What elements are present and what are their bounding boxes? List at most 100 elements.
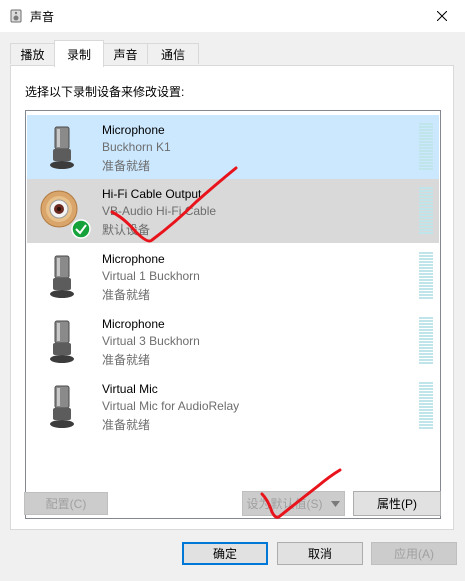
level-meter: [419, 382, 433, 430]
level-meter-segment: [419, 276, 433, 278]
close-icon: [437, 11, 447, 21]
level-meter-segment: [419, 187, 433, 189]
level-meter-segment: [419, 323, 433, 325]
level-meter-segment: [419, 126, 433, 128]
level-meter-segment: [419, 138, 433, 140]
level-meter: [419, 317, 433, 365]
level-meter-segment: [419, 385, 433, 387]
set-default-button[interactable]: 设为默认值(S): [242, 491, 327, 516]
level-meter-segment: [419, 409, 433, 411]
level-meter-segment: [419, 391, 433, 393]
device-item-virtual-mic[interactable]: Virtual Mic Virtual Mic for AudioRelay 准…: [27, 374, 439, 438]
level-meter-segment: [419, 168, 433, 170]
level-meter-segment: [419, 356, 433, 358]
level-meter-segment: [419, 202, 433, 204]
level-meter-segment: [419, 190, 433, 192]
level-meter-segment: [419, 350, 433, 352]
instruction-text: 选择以下录制设备来修改设置:: [25, 85, 185, 99]
level-meter-segment: [419, 285, 433, 287]
level-meter-segment: [419, 288, 433, 290]
apply-button[interactable]: 应用(A): [371, 542, 457, 565]
level-meter-segment: [419, 261, 433, 263]
level-meter-segment: [419, 141, 433, 143]
title-bar: 声音: [0, 0, 465, 32]
level-meter-segment: [419, 400, 433, 402]
level-meter-segment: [419, 264, 433, 266]
device-status: 默认设备: [102, 223, 151, 237]
microphone-icon: [50, 126, 74, 169]
level-meter-segment: [419, 132, 433, 134]
device-item-microphone-virtual-3[interactable]: Microphone Virtual 3 Buckhorn 准备就绪: [27, 309, 439, 373]
cancel-button[interactable]: 取消: [277, 542, 363, 565]
device-name: Hi-Fi Cable Output: [102, 187, 202, 201]
level-meter-segment: [419, 418, 433, 420]
level-meter-segment: [419, 199, 433, 201]
level-meter-segment: [419, 427, 433, 429]
level-meter-segment: [419, 332, 433, 334]
close-button[interactable]: [419, 0, 465, 32]
device-desc: Virtual 1 Buckhorn: [102, 269, 200, 283]
device-item-microphone-buckhorn-k1[interactable]: Microphone Buckhorn K1 准备就绪: [27, 115, 439, 179]
level-meter-segment: [419, 347, 433, 349]
level-meter-segment: [419, 388, 433, 390]
level-meter-segment: [419, 211, 433, 213]
microphone-icon: [50, 255, 74, 298]
level-meter-segment: [419, 129, 433, 131]
level-meter-segment: [419, 196, 433, 198]
level-meter-segment: [419, 335, 433, 337]
level-meter-segment: [419, 397, 433, 399]
level-meter-segment: [419, 297, 433, 299]
level-meter-segment: [419, 217, 433, 219]
tab-communications[interactable]: 通信: [147, 43, 199, 64]
level-meter-segment: [419, 338, 433, 340]
level-meter-segment: [419, 252, 433, 254]
device-name: Microphone: [102, 252, 165, 266]
level-meter-segment: [419, 226, 433, 228]
default-check-icon: [71, 219, 91, 239]
level-meter-segment: [419, 320, 433, 322]
device-list[interactable]: Microphone Buckhorn K1 准备就绪 Hi-Fi Cable …: [25, 110, 441, 519]
device-status: 准备就绪: [102, 353, 151, 367]
microphone-icon: [50, 320, 74, 363]
level-meter-segment: [419, 220, 433, 222]
device-desc: Buckhorn K1: [102, 140, 171, 154]
device-name: Microphone: [102, 123, 165, 137]
ok-button[interactable]: 确定: [182, 542, 268, 565]
level-meter-segment: [419, 341, 433, 343]
device-item-microphone-virtual-1[interactable]: Microphone Virtual 1 Buckhorn 准备就绪: [27, 244, 439, 308]
device-item-hifi-cable-output[interactable]: Hi-Fi Cable Output VB-Audio Hi-Fi Cable …: [27, 179, 439, 243]
level-meter-segment: [419, 147, 433, 149]
level-meter-segment: [419, 403, 433, 405]
level-meter-segment: [419, 232, 433, 234]
level-meter-segment: [419, 344, 433, 346]
set-default-dropdown[interactable]: [326, 491, 345, 516]
tab-sounds[interactable]: 声音: [103, 43, 148, 64]
configure-button[interactable]: 配置(C): [24, 492, 108, 515]
level-meter: [419, 187, 433, 235]
level-meter-segment: [419, 424, 433, 426]
level-meter-segment: [419, 153, 433, 155]
properties-button[interactable]: 属性(P): [353, 491, 441, 516]
device-status: 准备就绪: [102, 159, 151, 173]
level-meter-segment: [419, 294, 433, 296]
level-meter-segment: [419, 282, 433, 284]
level-meter-segment: [419, 326, 433, 328]
recording-panel: 选择以下录制设备来修改设置: Microphone Buckhorn K1 准备…: [10, 65, 454, 530]
level-meter-segment: [419, 144, 433, 146]
tab-playback[interactable]: 播放: [10, 43, 55, 64]
device-desc: Virtual 3 Buckhorn: [102, 334, 200, 348]
device-name: Virtual Mic: [102, 382, 158, 396]
level-meter-segment: [419, 214, 433, 216]
device-desc: Virtual Mic for AudioRelay: [102, 399, 240, 413]
level-meter-segment: [419, 291, 433, 293]
level-meter-segment: [419, 258, 433, 260]
level-meter-segment: [419, 162, 433, 164]
level-meter-segment: [419, 270, 433, 272]
tab-recording[interactable]: 录制: [54, 40, 104, 67]
level-meter-segment: [419, 359, 433, 361]
level-meter-segment: [419, 150, 433, 152]
device-status: 准备就绪: [102, 418, 151, 432]
level-meter-segment: [419, 406, 433, 408]
level-meter-segment: [419, 135, 433, 137]
level-meter-segment: [419, 223, 433, 225]
